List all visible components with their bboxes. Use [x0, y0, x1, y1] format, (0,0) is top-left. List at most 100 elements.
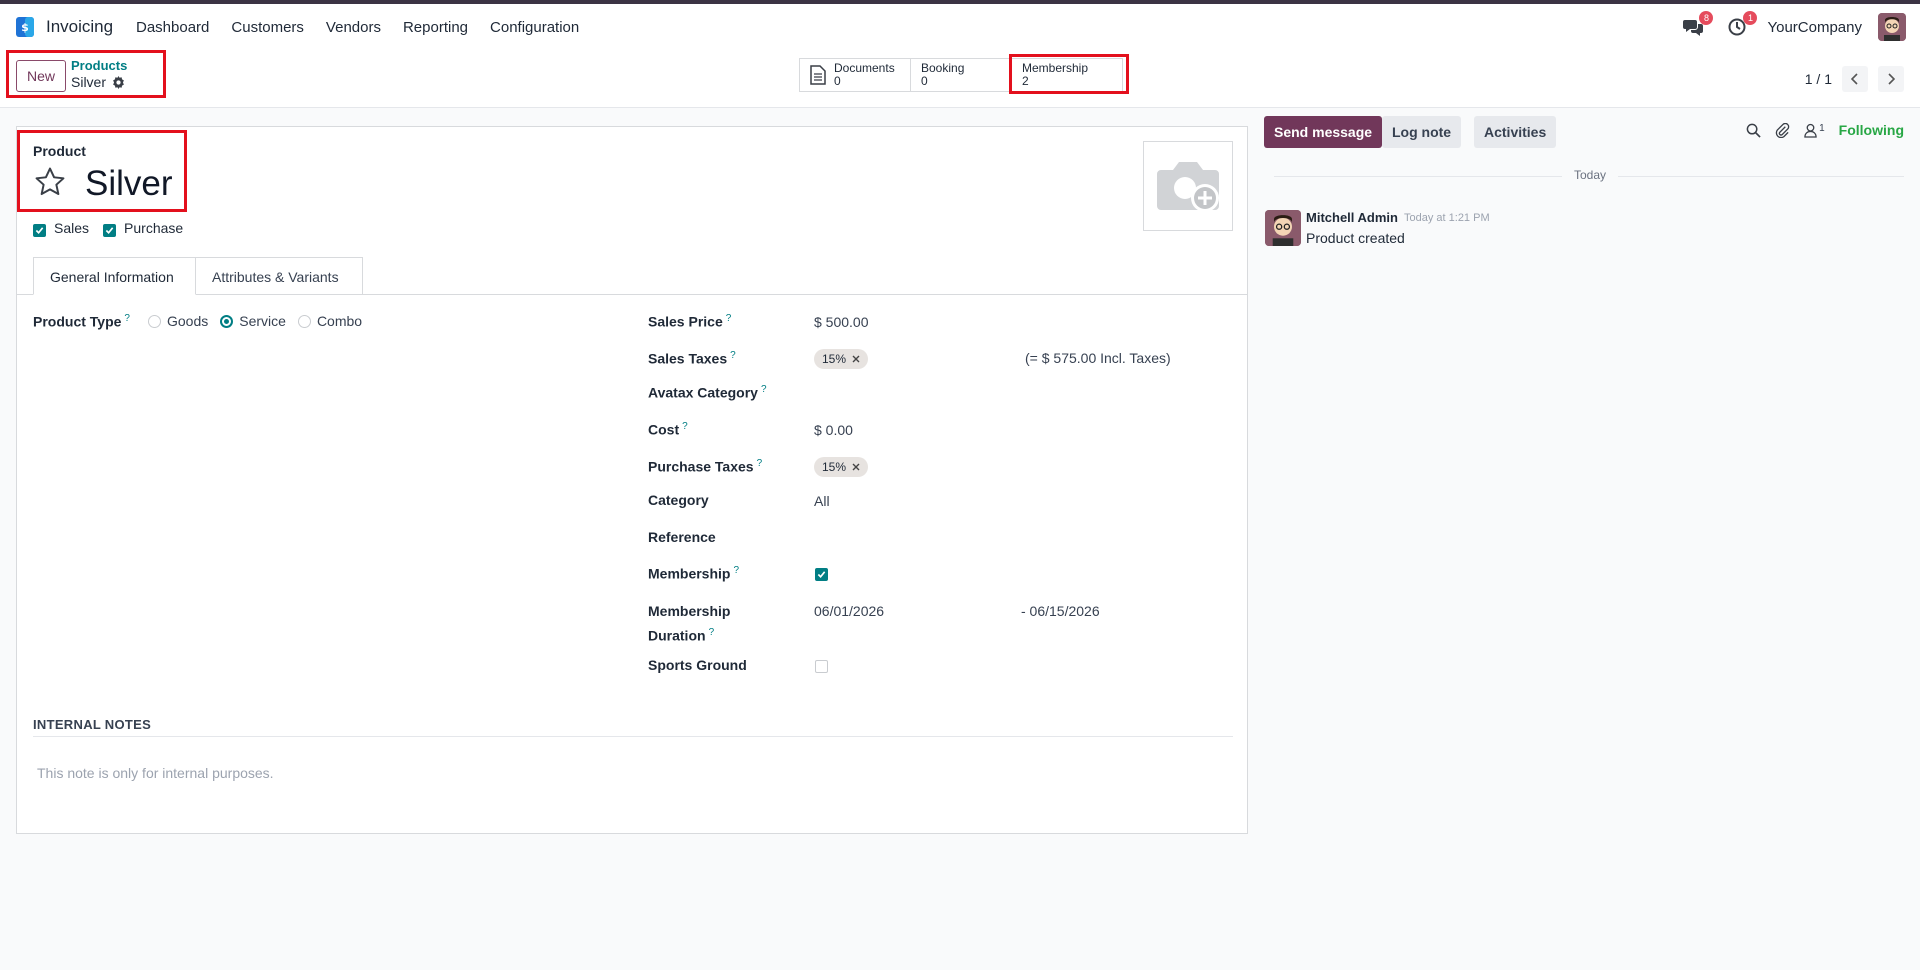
- pager-next-button[interactable]: [1878, 66, 1904, 92]
- help-tooltip-icon[interactable]: ?: [726, 313, 732, 324]
- help-tooltip-icon[interactable]: ?: [709, 627, 715, 638]
- purchase-checkbox-wrapper[interactable]: Purchase: [103, 220, 183, 237]
- category-label: Category: [648, 492, 709, 508]
- followers-button[interactable]: 1: [1804, 123, 1825, 138]
- documents-label: Documents: [834, 61, 895, 75]
- radio-combo-circle[interactable]: [297, 315, 311, 328]
- control-panel: New Products Silver Documents 0 Booking …: [0, 50, 1920, 108]
- message-body: Product created: [1306, 230, 1405, 246]
- record-pager: 1 / 1: [1805, 66, 1904, 92]
- radio-goods-circle[interactable]: [148, 315, 161, 328]
- message-author-avatar[interactable]: [1265, 210, 1301, 246]
- cost-value[interactable]: $ 0.00: [814, 422, 853, 438]
- help-tooltip-icon[interactable]: ?: [733, 565, 739, 576]
- user-icon: [1804, 123, 1817, 138]
- navbar-systray: 8 1 YourCompany: [1679, 11, 1906, 41]
- check-icon: [35, 227, 44, 234]
- chevron-left-icon: [1851, 73, 1858, 85]
- help-tooltip-icon[interactable]: ?: [757, 458, 763, 469]
- sales-checkbox-wrapper[interactable]: Sales: [33, 220, 89, 237]
- date-separator-label: Today: [1562, 168, 1619, 182]
- sales-taxes-incl: (= $ 575.00 Incl. Taxes): [1025, 350, 1171, 366]
- sales-price-value[interactable]: $ 500.00: [814, 314, 869, 330]
- documents-count: 0: [834, 74, 841, 88]
- user-avatar-icon: [1878, 13, 1906, 41]
- product-type-label: Product Type?: [33, 313, 130, 330]
- camera-add-icon: [1157, 162, 1219, 212]
- documents-smart-button[interactable]: Documents 0: [799, 58, 911, 92]
- membership-label: Membership?: [648, 565, 739, 582]
- booking-label: Booking: [921, 61, 965, 75]
- cost-label: Cost?: [648, 421, 688, 438]
- internal-notes-input[interactable]: This note is only for internal purposes.: [37, 765, 274, 781]
- close-icon[interactable]: [852, 355, 860, 363]
- top-menu: Dashboard Customers Vendors Reporting Co…: [136, 19, 579, 36]
- activities-button[interactable]: Activities: [1474, 116, 1557, 148]
- help-tooltip-icon[interactable]: ?: [682, 421, 688, 432]
- send-message-button[interactable]: Send message: [1264, 116, 1383, 148]
- booking-smart-button[interactable]: Booking 0: [910, 58, 1012, 92]
- activities-button[interactable]: 1: [1723, 11, 1758, 41]
- invoicing-app-icon[interactable]: $: [16, 17, 34, 37]
- form-tabs: General Information Attributes & Variant…: [17, 257, 1247, 295]
- purchase-taxes-label-text: Purchase Taxes: [648, 458, 754, 475]
- menu-customers[interactable]: Customers: [231, 19, 304, 36]
- close-icon[interactable]: [852, 463, 860, 471]
- messages-button[interactable]: 8: [1679, 11, 1714, 41]
- user-avatar[interactable]: [1878, 13, 1906, 41]
- highlight-breadcrumb-box: [6, 50, 166, 98]
- tab-general-information[interactable]: General Information: [33, 257, 196, 295]
- membership-duration-label-line2: Duration: [648, 627, 706, 644]
- app-name[interactable]: Invoicing: [46, 17, 113, 37]
- radio-goods[interactable]: Goods: [148, 313, 208, 329]
- radio-service[interactable]: Service: [220, 313, 286, 329]
- document-icon: [810, 65, 826, 85]
- purchase-taxes-label: Purchase Taxes?: [648, 458, 762, 475]
- menu-configuration[interactable]: Configuration: [490, 19, 579, 36]
- radio-service-circle[interactable]: [220, 315, 234, 328]
- membership-start-date[interactable]: 06/01/2026: [814, 603, 884, 619]
- category-value[interactable]: All: [814, 493, 830, 509]
- tab-attributes-variants[interactable]: Attributes & Variants: [196, 257, 363, 295]
- highlight-product-title-box: [17, 130, 187, 212]
- membership-duration-label: Membership Duration?: [648, 601, 730, 647]
- purchase-tax-tag[interactable]: 15%: [814, 457, 869, 477]
- sales-checkbox[interactable]: [33, 224, 46, 237]
- membership-label-text: Membership: [648, 565, 731, 582]
- product-image-upload[interactable]: [1143, 141, 1233, 231]
- chatter-tools: 1 Following: [1746, 122, 1904, 138]
- help-tooltip-icon[interactable]: ?: [761, 384, 767, 395]
- menu-reporting[interactable]: Reporting: [403, 19, 468, 36]
- sales-label: Sales: [54, 220, 90, 236]
- pager-value[interactable]: 1 / 1: [1805, 71, 1832, 87]
- followers-count: 1: [1819, 122, 1825, 134]
- main-navbar: $ Invoicing Dashboard Customers Vendors …: [0, 4, 1920, 50]
- membership-duration-label-line1: Membership: [648, 603, 731, 619]
- messages-badge: 8: [1699, 11, 1714, 25]
- paperclip-icon[interactable]: [1775, 122, 1790, 138]
- sales-tax-tag[interactable]: 15%: [814, 349, 869, 369]
- membership-end-date[interactable]: - 06/15/2026: [1021, 603, 1100, 619]
- check-icon: [817, 571, 826, 578]
- internal-notes-divider: [33, 736, 1233, 737]
- menu-dashboard[interactable]: Dashboard: [136, 19, 209, 36]
- sports-ground-checkbox[interactable]: [815, 660, 828, 673]
- purchase-label: Purchase: [124, 220, 184, 236]
- avatax-category-label-text: Avatax Category: [648, 384, 758, 401]
- log-note-button[interactable]: Log note: [1382, 116, 1462, 148]
- radio-combo[interactable]: Combo: [297, 313, 362, 329]
- help-tooltip-icon[interactable]: ?: [124, 313, 130, 324]
- following-button[interactable]: Following: [1839, 122, 1904, 138]
- pager-previous-button[interactable]: [1842, 66, 1868, 92]
- search-icon[interactable]: [1746, 123, 1761, 138]
- sales-price-label-text: Sales Price: [648, 313, 723, 330]
- message-author[interactable]: Mitchell Admin: [1306, 210, 1398, 225]
- help-tooltip-icon[interactable]: ?: [730, 350, 736, 361]
- menu-vendors[interactable]: Vendors: [326, 19, 381, 36]
- membership-checkbox[interactable]: [815, 568, 828, 581]
- sales-taxes-label: Sales Taxes?: [648, 350, 736, 367]
- product-type-label-text: Product Type: [33, 313, 122, 330]
- company-switcher[interactable]: YourCompany: [1767, 19, 1862, 36]
- internal-notes-title: INTERNAL NOTES: [33, 717, 152, 732]
- purchase-checkbox[interactable]: [103, 224, 117, 237]
